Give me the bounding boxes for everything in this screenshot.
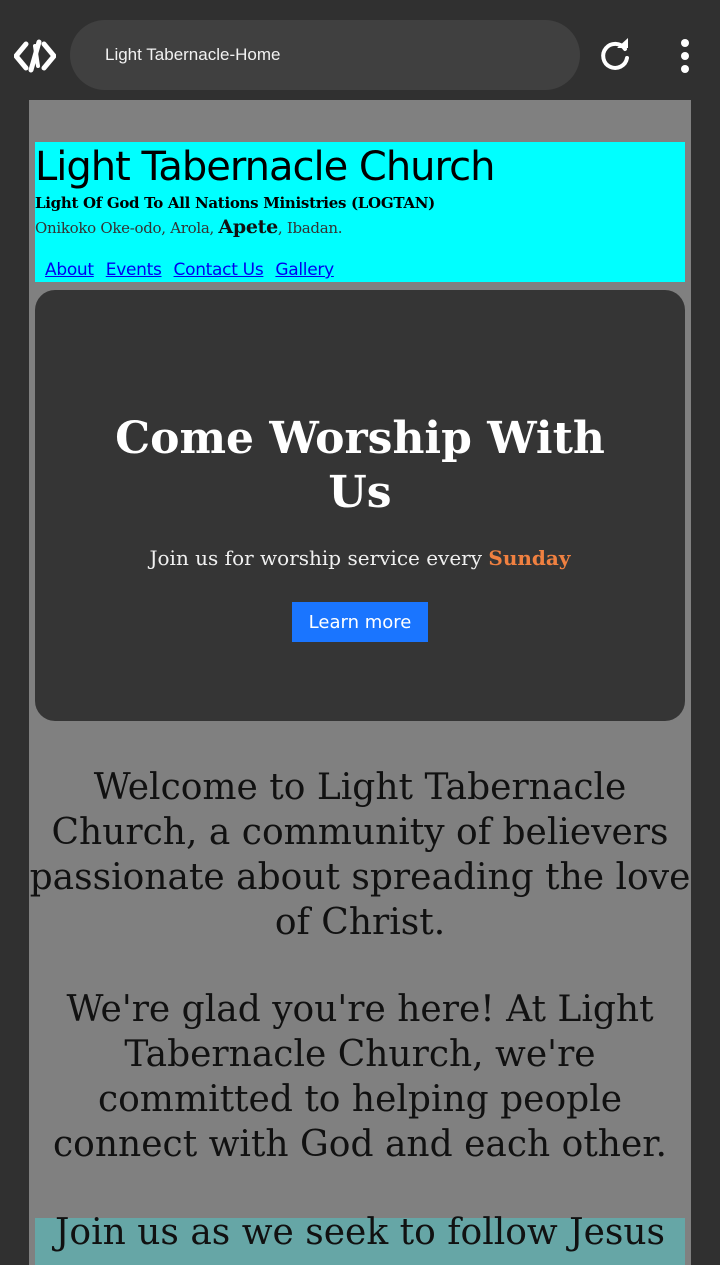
learn-more-button[interactable]: Learn more bbox=[292, 602, 428, 642]
nav-link-about[interactable]: About bbox=[45, 260, 94, 280]
nav-link-gallery[interactable]: Gallery bbox=[275, 260, 334, 280]
web-page: Light Tabernacle Church Light Of God To … bbox=[29, 100, 691, 1265]
nav-link-contact-us[interactable]: Contact Us bbox=[174, 260, 264, 280]
church-name: Light Tabernacle Church bbox=[35, 144, 495, 190]
address-part-1: Onikoko Oke-odo, Arola, bbox=[35, 219, 219, 237]
address-highlight: Apete bbox=[218, 216, 278, 238]
reload-icon[interactable] bbox=[597, 38, 633, 74]
more-vert-icon[interactable] bbox=[674, 38, 696, 74]
site-header: Light Tabernacle Church Light Of God To … bbox=[35, 142, 685, 282]
welcome-text: Welcome to Light Tabernacle Church, a co… bbox=[29, 767, 691, 943]
hero-subtitle-text: Join us for worship service every bbox=[149, 546, 489, 570]
hero-subtitle: Join us for worship service every Sunday bbox=[35, 546, 685, 570]
join-text: Join us as we seek to follow Jesus bbox=[54, 1212, 666, 1253]
site-nav: About Events Contact Us Gallery bbox=[45, 260, 346, 280]
address-part-2: , Ibadan. bbox=[277, 219, 343, 237]
hero-section: Come Worship With Us Join us for worship… bbox=[35, 290, 685, 721]
ministry-name: Light Of God To All Nations Ministries (… bbox=[35, 194, 435, 212]
address: Onikoko Oke-odo, Arola, Apete, Ibadan. bbox=[35, 216, 342, 238]
hero-title: Come Worship With Us bbox=[115, 413, 605, 518]
browser-toolbar: Light Tabernacle-Home bbox=[0, 0, 720, 100]
url-text: Light Tabernacle-Home bbox=[105, 45, 281, 64]
glad-text: We're glad you're here! At Light Taberna… bbox=[53, 989, 667, 1165]
code-icon[interactable] bbox=[14, 38, 56, 74]
nav-link-events[interactable]: Events bbox=[106, 260, 162, 280]
hero-subtitle-day: Sunday bbox=[488, 546, 571, 570]
url-bar[interactable]: Light Tabernacle-Home bbox=[70, 20, 580, 90]
